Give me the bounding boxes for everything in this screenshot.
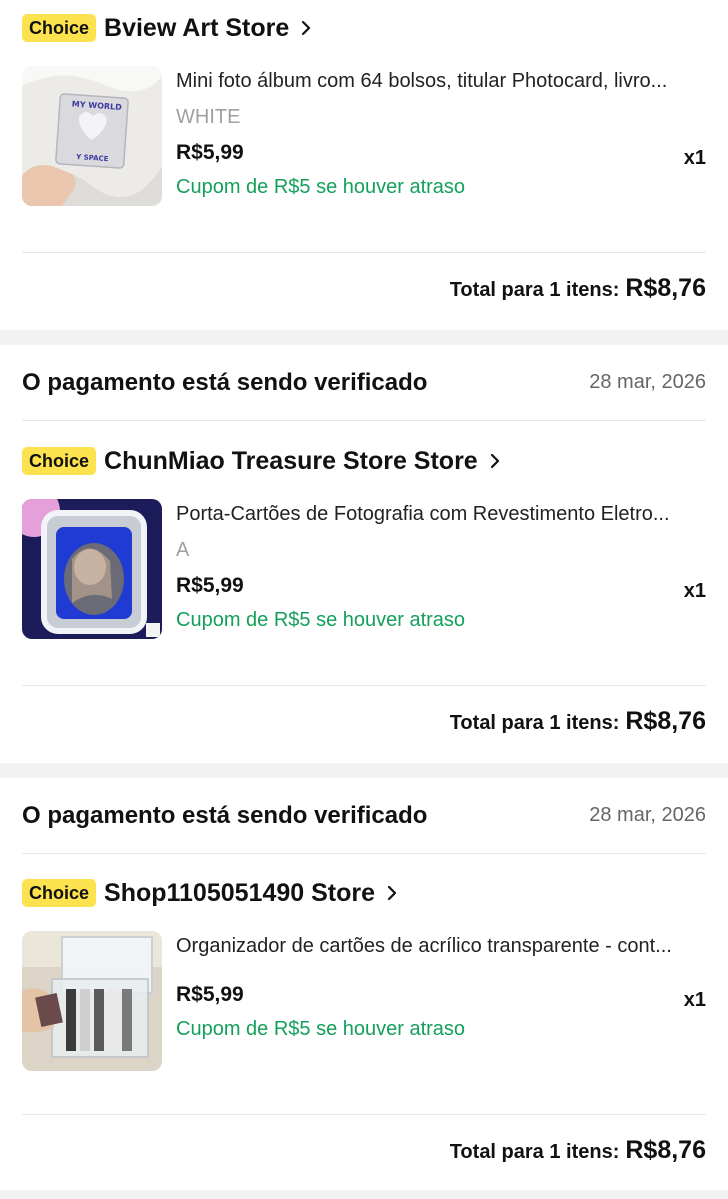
total-label: Total para 1 itens:	[449, 712, 620, 734]
choice-badge: Choice	[22, 14, 97, 42]
order-total: Total para 1 itens: R$8,76	[450, 707, 706, 736]
quantity: x1	[683, 989, 706, 1011]
product-price: R$5,99	[176, 574, 244, 597]
total-amount: R$8,76	[625, 707, 706, 735]
coupon-text: Cupom de R$5 se houver atraso	[176, 1018, 466, 1040]
order-header: O pagamento está sendo verificado 28 mar…	[22, 778, 706, 854]
quantity: x1	[683, 580, 706, 602]
store-name: ChunMiao Treasure Store Store	[104, 446, 478, 475]
divider	[22, 1114, 706, 1115]
coupon-text: Cupom de R$5 se houver atraso	[176, 609, 466, 631]
divider	[22, 252, 706, 253]
total-label: Total para 1 itens:	[449, 279, 620, 301]
payment-status: O pagamento está sendo verificado	[22, 368, 428, 396]
order-total: Total para 1 itens: R$8,76	[450, 1136, 706, 1165]
product-image[interactable]	[22, 499, 162, 639]
payment-status: O pagamento está sendo verificado	[22, 801, 428, 829]
order-date: 28 mar, 2026	[589, 371, 706, 393]
order-card-1: Choice Bview Art Store MY WORLD Y SPACE …	[0, 0, 728, 330]
total-label: Total para 1 itens:	[449, 1141, 620, 1163]
product-title[interactable]: Mini foto álbum com 64 bolsos, titular P…	[176, 70, 708, 93]
store-name: Shop1105051490 Store	[104, 878, 376, 907]
product-price: R$5,99	[176, 141, 244, 164]
choice-badge: Choice	[22, 447, 97, 475]
store-name: Bview Art Store	[104, 13, 290, 42]
product-variant: WHITE	[176, 106, 241, 128]
order-date: 28 mar, 2026	[589, 804, 706, 826]
order-card-2: O pagamento está sendo verificado 28 mar…	[0, 345, 728, 763]
store-link[interactable]: Choice ChunMiao Treasure Store Store	[22, 445, 502, 477]
total-amount: R$8,76	[625, 1136, 706, 1164]
chevron-right-icon	[302, 20, 311, 36]
product-image[interactable]: MY WORLD Y SPACE	[22, 66, 162, 206]
product-image[interactable]	[22, 931, 162, 1071]
quantity: x1	[683, 147, 706, 169]
chevron-right-icon	[387, 885, 397, 901]
product-title[interactable]: Porta-Cartões de Fotografia com Revestim…	[176, 503, 708, 526]
order-header: O pagamento está sendo verificado 28 mar…	[22, 345, 706, 421]
choice-badge: Choice	[22, 879, 97, 907]
product-title[interactable]: Organizador de cartões de acrílico trans…	[176, 935, 708, 958]
chevron-right-icon	[490, 453, 499, 469]
product-price: R$5,99	[176, 983, 244, 1006]
order-card-3: O pagamento está sendo verificado 28 mar…	[0, 778, 728, 1190]
store-link[interactable]: Choice Shop1105051490 Store	[22, 877, 399, 909]
order-total: Total para 1 itens: R$8,76	[450, 274, 706, 303]
coupon-text: Cupom de R$5 se houver atraso	[176, 176, 466, 198]
product-variant: A	[176, 539, 190, 561]
divider	[22, 685, 706, 686]
total-amount: R$8,76	[625, 274, 706, 302]
store-link[interactable]: Choice Bview Art Store	[22, 12, 313, 44]
